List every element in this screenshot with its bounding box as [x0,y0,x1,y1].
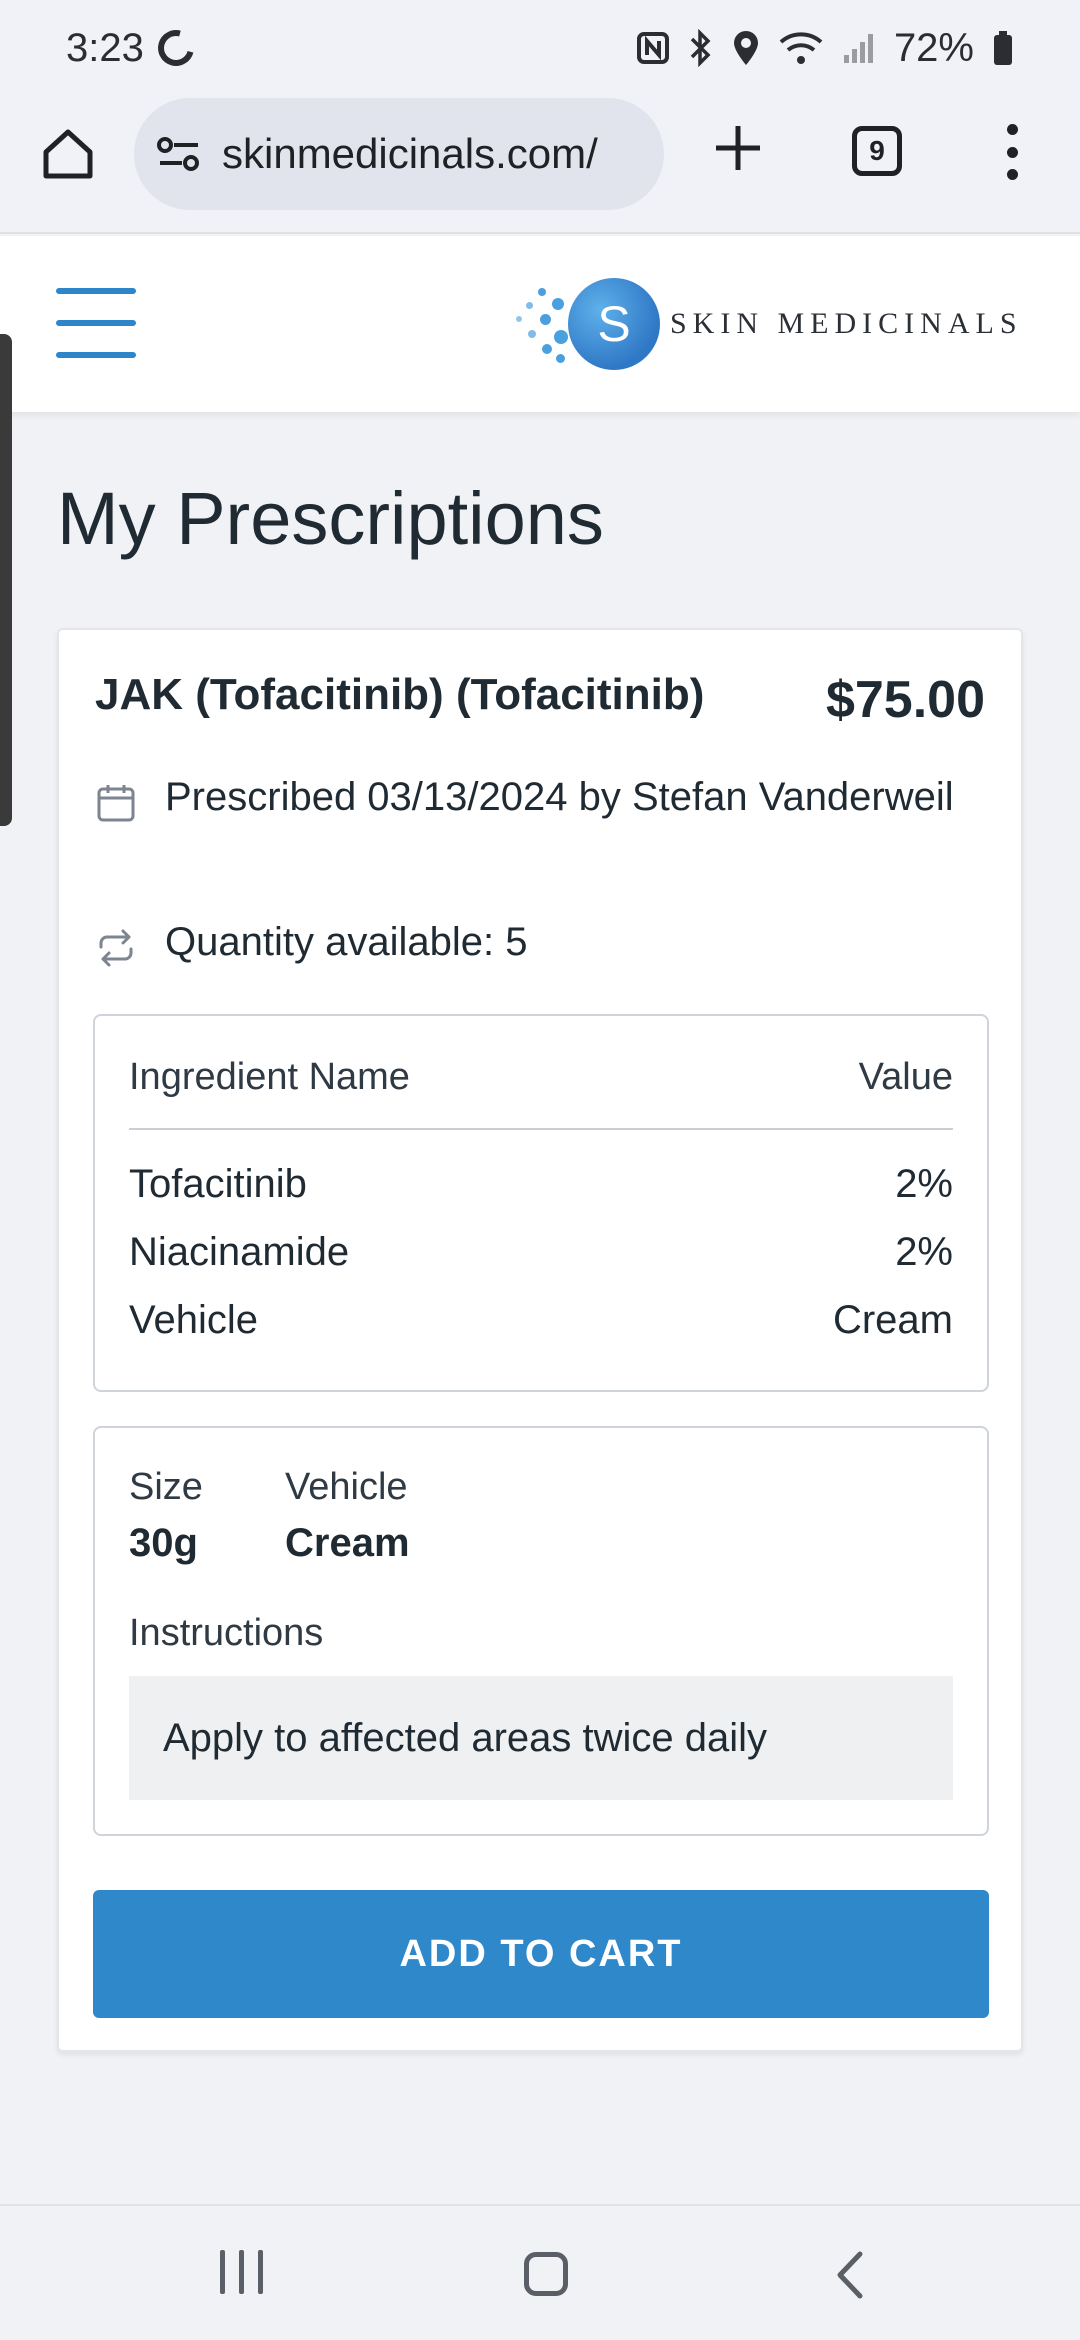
table-row: Tofacitinib 2% [129,1162,953,1207]
logo-letter: S [568,278,660,370]
prescribed-text: Prescribed 03/13/2024 by Stefan Vanderwe… [165,775,954,819]
ingredients-header: Ingredient Name Value [129,1056,953,1130]
ingredient-value: 2% [895,1162,953,1206]
logo-mark: S [516,274,660,374]
address-bar[interactable]: skinmedicinals.com/ [134,98,664,210]
plus-icon [716,126,760,170]
battery-percent: 72% [893,25,974,70]
prescription-name: JAK (Tofacitinib) (Tofacitinib) [95,670,705,719]
header-value: Value [858,1056,953,1098]
vehicle-value: Cream [285,1521,410,1565]
new-tab-button[interactable] [706,116,770,180]
home-nav-button[interactable] [524,2252,568,2296]
recents-button[interactable] [220,2250,263,2294]
prescribed-row: Prescribed 03/13/2024 by Stefan Vanderwe… [95,770,985,825]
tab-switcher-button[interactable]: 9 [852,126,902,176]
vehicle-group: Vehicle Cream [285,1466,410,1566]
size-group: Size 30g [129,1466,203,1566]
site-logo[interactable]: S SKIN MEDICINALS [516,274,1023,374]
status-time: 3:23 [66,25,144,70]
calendar-icon [97,785,135,822]
header-ingredient-name: Ingredient Name [129,1056,410,1098]
prescription-price: $75.00 [825,671,985,729]
status-icons: 72% [636,26,1014,71]
site-settings-icon[interactable] [156,134,202,174]
browser-home-button[interactable] [36,122,100,186]
status-bar: 3:23 72% [0,0,1080,96]
quantity-text: Quantity available: 5 [165,920,528,964]
site-header: S SKIN MEDICINALS [0,236,1080,412]
ingredient-name: Tofacitinib [129,1162,307,1206]
size-label: Size [129,1466,203,1508]
ingredient-value: 2% [895,1230,953,1274]
size-value: 30g [129,1521,198,1565]
location-icon [733,31,758,65]
url-text: skinmedicinals.com/ [222,130,598,177]
more-vert-icon-dot [1006,124,1018,135]
bluetooth-icon [690,29,711,67]
page-title: My Prescriptions [57,477,604,560]
vehicle-label: Vehicle [285,1466,408,1508]
instructions-text: Apply to affected areas twice daily [129,1676,953,1800]
home-icon [43,129,93,179]
browser-menu-button[interactable] [994,118,1030,186]
ingredient-name: Vehicle [129,1298,258,1342]
sync-icon [151,23,201,73]
nfc-icon [636,32,669,64]
status-time-group: 3:23 [66,23,201,73]
hamburger-menu-icon[interactable] [56,288,136,358]
page: 3:23 72% skinmedicinals.com/ 9 S SKIN ME… [0,0,1080,2340]
prescription-details: Size 30g Vehicle Cream Instructions Appl… [93,1426,989,1836]
table-row: Niacinamide 2% [129,1230,953,1275]
repeat-icon [99,929,133,967]
table-row: Vehicle Cream [129,1298,953,1343]
add-to-cart-button[interactable]: ADD TO CART [93,1890,989,2018]
instructions-label: Instructions [129,1612,324,1654]
wifi-icon [779,32,823,64]
prescription-card: JAK (Tofacitinib) (Tofacitinib) $75.00 P… [57,628,1023,2052]
quantity-row: Quantity available: 5 [95,915,985,970]
edge-panel-handle[interactable] [0,334,12,826]
system-nav-bar [0,2204,1080,2340]
ingredient-value: Cream [832,1298,953,1342]
more-vert-icon-dot [1006,169,1018,180]
ingredient-name: Niacinamide [129,1230,350,1274]
back-icon[interactable] [832,2250,866,2300]
browser-toolbar: skinmedicinals.com/ 9 [0,96,1080,234]
battery-icon [994,31,1012,65]
logo-text: SKIN MEDICINALS [670,307,1023,340]
more-vert-icon-dot [1006,146,1018,158]
ingredients-table: Ingredient Name Value Tofacitinib 2% Nia… [93,1014,989,1392]
signal-icon [843,34,873,63]
